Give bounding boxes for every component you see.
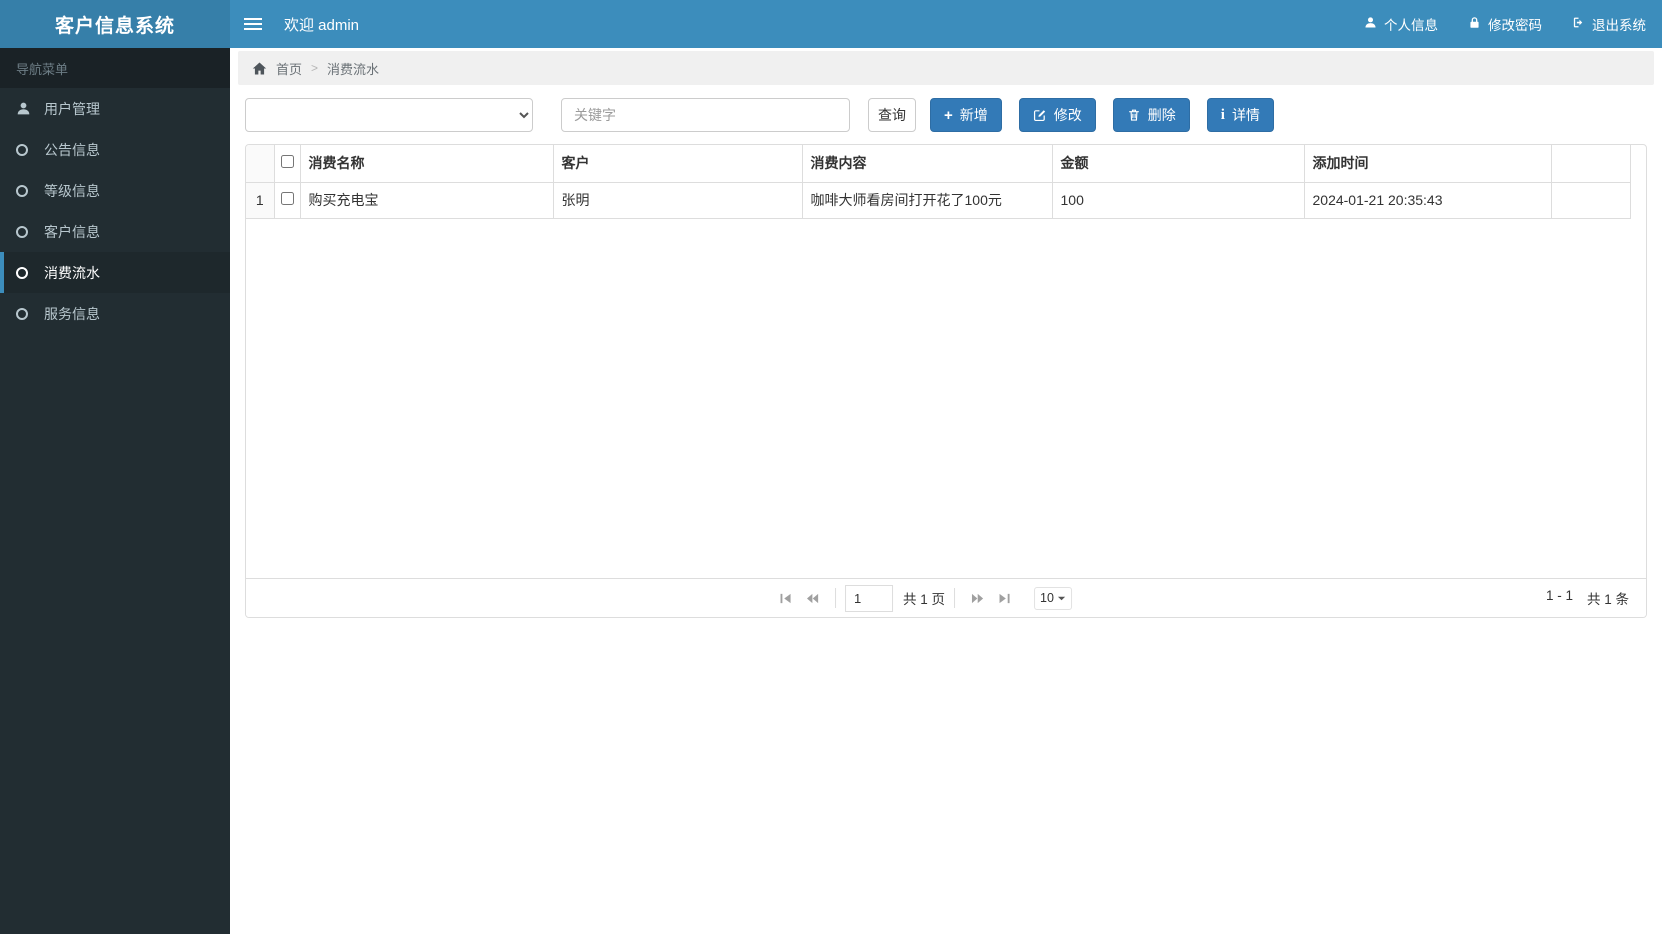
summary-range: 1 - 1 <box>1545 588 1573 603</box>
sidebar-item-notices[interactable]: 公告信息 <box>0 129 230 170</box>
sidebar-item-label: 服务信息 <box>44 305 100 322</box>
profile-link[interactable]: 个人信息 <box>1364 14 1438 34</box>
search-button[interactable]: 查询 <box>868 98 916 132</box>
pagination-controls: 共 1 页 10 <box>772 579 1072 617</box>
last-page-icon[interactable] <box>991 588 1018 609</box>
detail-button[interactable]: i 详情 <box>1206 98 1274 132</box>
edit-icon <box>1033 108 1047 122</box>
cell-consumption-name: 购买充电宝 <box>300 182 554 219</box>
pagination-bar: 共 1 页 10 1 - 1 <box>246 578 1646 617</box>
top-navbar: 欢迎 admin 个人信息 修改密码 退出系统 <box>230 0 1662 48</box>
data-table: 消费名称 客户 消费内容 金额 添加时间 1 购买充电宝 张明 咖啡大师看房间打… <box>246 145 1631 219</box>
sidebar-item-services[interactable]: 服务信息 <box>0 293 230 334</box>
navbar-links: 个人信息 修改密码 退出系统 <box>1364 14 1662 34</box>
chevron-down-icon <box>1057 596 1066 600</box>
filter-select[interactable] <box>245 98 533 132</box>
user-icon <box>16 101 44 116</box>
row-select-cell <box>274 182 301 219</box>
summary-total: 共 1 条 <box>1586 592 1629 607</box>
total-pages-label: 共 1 页 <box>903 592 946 607</box>
prev-page-icon[interactable] <box>799 588 826 609</box>
sidebar-item-label: 等级信息 <box>44 182 100 199</box>
table-header-row: 消费名称 客户 消费内容 金额 添加时间 <box>246 145 1631 183</box>
app-title: 客户信息系统 <box>54 15 175 37</box>
sidebar: 客户信息系统 导航菜单 用户管理 公告信息 等级信息 客户信息 消费流水 服务信… <box>0 0 230 934</box>
page-content: 查询 + 新增 修改 删除 i <box>230 85 1662 934</box>
lock-icon <box>1468 16 1481 32</box>
add-button-label: 新增 <box>959 107 988 123</box>
sign-out-icon <box>1572 16 1585 32</box>
sidebar-item-users[interactable]: 用户管理 <box>0 88 230 129</box>
column-filler <box>1551 145 1631 183</box>
detail-button-label: 详情 <box>1231 107 1260 123</box>
data-table-container: 消费名称 客户 消费内容 金额 添加时间 1 购买充电宝 张明 咖啡大师看房间打… <box>245 144 1647 618</box>
divider <box>835 588 837 608</box>
sidebar-item-customers[interactable]: 客户信息 <box>0 211 230 252</box>
breadcrumb: 首页 > 消费流水 <box>238 51 1654 85</box>
page-number-input[interactable] <box>845 584 894 612</box>
page-size-value: 10 <box>1040 591 1054 605</box>
change-password-link-label: 修改密码 <box>1488 18 1542 33</box>
toolbar: 查询 + 新增 修改 删除 i <box>245 98 1647 132</box>
trash-icon <box>1127 108 1141 122</box>
circle-icon <box>16 225 44 238</box>
circle-icon <box>16 143 44 156</box>
sidebar-item-consumption[interactable]: 消费流水 <box>0 252 230 293</box>
cell-content: 咖啡大师看房间打开花了100元 <box>802 182 1053 219</box>
sidebar-menu-header: 导航菜单 <box>0 48 230 88</box>
cell-amount: 100 <box>1052 182 1305 219</box>
column-content: 消费内容 <box>802 145 1053 183</box>
info-icon: i <box>1220 106 1225 123</box>
chevron-right-icon: > <box>311 61 319 75</box>
column-consumption-name: 消费名称 <box>300 145 554 183</box>
cell-filler <box>1551 182 1631 219</box>
app-root: 客户信息系统 导航菜单 用户管理 公告信息 等级信息 客户信息 消费流水 服务信… <box>0 0 1662 934</box>
next-page-icon[interactable] <box>964 588 991 609</box>
column-amount: 金额 <box>1052 145 1305 183</box>
circle-icon <box>16 184 44 197</box>
first-page-icon[interactable] <box>772 588 799 609</box>
column-row-number <box>246 145 275 183</box>
divider <box>954 588 956 608</box>
change-password-link[interactable]: 修改密码 <box>1468 14 1542 34</box>
user-icon <box>1364 16 1377 32</box>
sidebar-item-label: 公告信息 <box>44 141 100 158</box>
column-add-time: 添加时间 <box>1304 145 1552 183</box>
delete-button[interactable]: 删除 <box>1112 98 1190 132</box>
main-area: 欢迎 admin 个人信息 修改密码 退出系统 首页 > 消费流水 关键字 查询… <box>230 0 1662 934</box>
breadcrumb-current: 消费流水 <box>327 61 380 77</box>
cell-customer: 张明 <box>553 182 803 219</box>
breadcrumb-home[interactable]: 首页 <box>276 59 302 78</box>
row-checkbox[interactable] <box>280 192 294 205</box>
sidebar-item-levels[interactable]: 等级信息 <box>0 170 230 211</box>
plus-icon: + <box>944 106 953 124</box>
row-number-cell: 1 <box>246 182 275 219</box>
column-select-all <box>274 145 301 183</box>
cell-add-time: 2024-01-21 20:35:43 <box>1304 182 1552 219</box>
welcome-text: 欢迎 admin <box>284 16 360 34</box>
logout-link-label: 退出系统 <box>1592 18 1646 33</box>
column-customer: 客户 <box>553 145 803 183</box>
home-icon[interactable] <box>252 61 267 76</box>
edit-button[interactable]: 修改 <box>1018 98 1096 132</box>
sidebar-item-label: 消费流水 <box>44 264 100 281</box>
sidebar-item-label: 用户管理 <box>44 100 100 117</box>
add-button[interactable]: + 新增 <box>930 98 1002 132</box>
sidebar-item-label: 客户信息 <box>44 223 100 240</box>
hamburger-menu-icon[interactable] <box>230 0 276 48</box>
app-logo[interactable]: 客户信息系统 <box>0 0 230 48</box>
keyword-input[interactable] <box>561 98 850 132</box>
delete-button-label: 删除 <box>1147 107 1176 123</box>
logout-link[interactable]: 退出系统 <box>1572 14 1646 34</box>
edit-button-label: 修改 <box>1053 107 1082 123</box>
page-size-select[interactable]: 10 <box>1034 586 1072 610</box>
circle-icon <box>16 307 44 320</box>
table-row[interactable]: 1 购买充电宝 张明 咖啡大师看房间打开花了100元 100 2024-01-2… <box>246 182 1631 219</box>
profile-link-label: 个人信息 <box>1384 18 1438 33</box>
select-all-checkbox[interactable] <box>280 155 294 169</box>
pagination-summary: 1 - 1 共 1 条 <box>1546 588 1629 608</box>
circle-icon <box>16 266 44 279</box>
